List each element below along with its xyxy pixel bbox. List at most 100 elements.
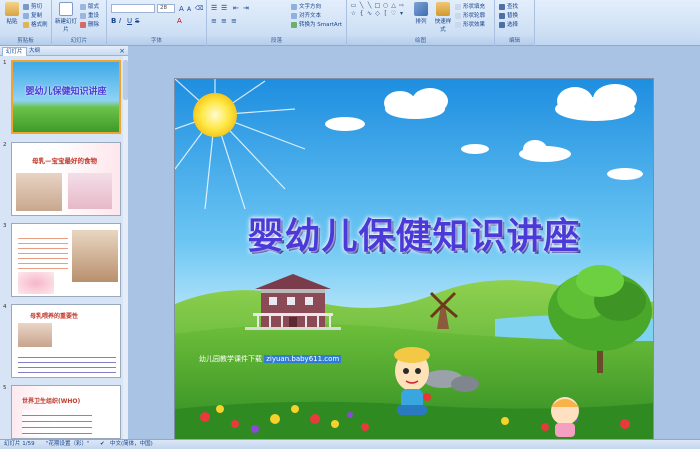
numbering-icon[interactable]: ☰ <box>221 4 227 12</box>
smartart-button[interactable]: 转换为 SmartArt <box>291 21 342 29</box>
textbox-shape-icon[interactable]: ▭ <box>350 2 357 9</box>
brush-icon <box>23 21 29 28</box>
format-painter-button[interactable]: 格式刷 <box>23 21 48 29</box>
slide-thumbnail[interactable]: 婴幼儿保健知识讲座 <box>11 60 121 134</box>
thumbnail-flower <box>18 272 54 294</box>
slide-thumbnail-row[interactable]: 4 母乳喂养的重要性 <box>0 304 124 382</box>
align-text-button[interactable]: 对齐文本 <box>291 12 321 20</box>
bold-icon[interactable]: B <box>111 17 116 25</box>
heart-shape-icon[interactable]: ♡ <box>390 10 397 17</box>
curve-shape-icon[interactable]: ∿ <box>366 10 373 17</box>
paragraph-group: ☰ ☰ ⇤ ⇥ ≡ ≡ ≡ 文字方向 对齐文本 转换为 SmartArt 段落 <box>207 0 347 46</box>
reset-icon <box>80 12 86 19</box>
copy-icon <box>23 12 29 19</box>
replace-icon <box>499 12 505 19</box>
font-group-label: 字体 <box>107 37 206 45</box>
brace-shape-icon[interactable]: { <box>358 10 365 17</box>
align-center-icon[interactable]: ≡ <box>221 17 227 25</box>
align-left-icon[interactable]: ≡ <box>211 17 217 25</box>
thumbnail-photo <box>72 230 118 282</box>
slide-thumbnail-row[interactable]: 1 婴幼儿保健知识讲座 <box>0 60 124 138</box>
slide-thumbnail[interactable]: 世界卫生组织(WHO) <box>11 385 121 439</box>
slide-number: 4 <box>3 304 7 310</box>
italic-icon[interactable]: I <box>119 17 121 25</box>
current-slide[interactable]: 婴幼儿保健知识讲座 幼儿园教学课件下载 ziyuan.baby611.com <box>174 78 654 440</box>
delete-icon <box>80 21 86 28</box>
slide-footer: 幼儿园教学课件下载 ziyuan.baby611.com <box>199 354 342 364</box>
new-slide-button[interactable]: 新建幻灯片 <box>54 2 78 33</box>
slide-number: 3 <box>3 223 7 229</box>
slide-thumbnail-row[interactable]: 3 <box>0 223 124 301</box>
slide-thumbnail[interactable]: 母乳—宝宝最好的食物 <box>11 142 121 216</box>
thumbnail-photo <box>16 173 62 211</box>
strikethrough-icon[interactable]: S <box>135 17 139 25</box>
replace-button[interactable]: 替换 <box>499 12 518 20</box>
quick-styles-icon <box>436 2 450 16</box>
new-slide-icon <box>59 2 73 16</box>
layout-icon <box>80 3 86 10</box>
star-shape-icon[interactable]: ☆ <box>350 10 357 17</box>
slides-group-label: 幻灯片 <box>52 37 106 45</box>
tab-slides[interactable]: 幻灯片 <box>2 47 27 56</box>
paragraph-group-label: 段落 <box>207 37 346 45</box>
align-right-icon[interactable]: ≡ <box>231 17 237 25</box>
find-button[interactable]: 查找 <box>499 3 518 11</box>
paste-button[interactable]: 粘贴 <box>2 2 22 25</box>
tab-outline[interactable]: 大纲 <box>26 47 43 56</box>
shape-effects-button[interactable]: 形状效果 <box>455 21 485 29</box>
decrease-indent-icon[interactable]: ⇤ <box>233 4 239 12</box>
slide-editing-area: 婴幼儿保健知识讲座 幼儿园教学课件下载 ziyuan.baby611.com <box>128 46 700 440</box>
footer-url: ziyuan.baby611.com <box>264 355 342 363</box>
arrow-shape-icon[interactable]: ⇨ <box>398 2 405 9</box>
clear-format-icon[interactable]: ⌫ <box>195 5 203 12</box>
drawing-group-label: 绘图 <box>347 37 494 45</box>
copy-button[interactable]: 复制 <box>23 12 42 20</box>
delete-button[interactable]: 删除 <box>80 21 99 29</box>
slide-title[interactable]: 婴幼儿保健知识讲座 <box>175 207 653 259</box>
slide-number: 2 <box>3 142 7 148</box>
slide-thumbnail-row[interactable]: 2 母乳—宝宝最好的食物 <box>0 142 124 220</box>
increase-indent-icon[interactable]: ⇥ <box>243 4 249 12</box>
text-direction-button[interactable]: 文字方向 <box>291 3 321 11</box>
shape-outline-button[interactable]: 形状轮廓 <box>455 12 485 20</box>
cut-button[interactable]: 剪切 <box>23 3 42 11</box>
oval-shape-icon[interactable]: ○ <box>382 2 389 9</box>
rect-shape-icon[interactable]: □ <box>374 2 381 9</box>
text-direction-icon <box>291 3 297 10</box>
arrange-button[interactable]: 排列 <box>411 2 431 25</box>
callout-shape-icon[interactable]: ◇ <box>374 10 381 17</box>
select-button[interactable]: 选择 <box>499 21 518 29</box>
slide-number: 1 <box>3 60 7 66</box>
reset-button[interactable]: 重设 <box>80 12 99 20</box>
font-size-combo[interactable]: 28 <box>157 4 175 13</box>
bracket-shape-icon[interactable]: [ <box>382 10 389 17</box>
status-spellcheck-icon[interactable]: ✔ <box>100 440 105 449</box>
shrink-font-icon[interactable]: A <box>187 6 191 13</box>
close-icon[interactable]: × <box>119 46 125 56</box>
binoculars-icon <box>499 3 505 10</box>
status-theme: "花期设置（彩）" <box>46 441 90 447</box>
smartart-icon <box>291 21 297 28</box>
status-bar: 幻灯片 1/59 "花期设置（彩）" ✔ 中文(简体，中国) <box>0 439 700 449</box>
line2-shape-icon[interactable]: ╲ <box>366 2 373 9</box>
triangle-shape-icon[interactable]: △ <box>390 2 397 9</box>
clipboard-group: 粘贴 剪切 复制 格式刷 剪贴板 <box>0 0 52 46</box>
slide-thumbnail[interactable] <box>11 223 121 297</box>
underline-icon[interactable]: U <box>127 17 132 25</box>
font-color-icon[interactable]: A <box>177 17 182 25</box>
slide-thumbnail-row[interactable]: 5 世界卫生组织(WHO) <box>0 385 124 439</box>
slide-thumbnail-title: 母乳喂养的重要性 <box>30 313 79 320</box>
slide-thumbnail-title: 世界卫生组织(WHO) <box>22 398 81 405</box>
grow-font-icon[interactable]: A <box>179 5 184 13</box>
clipboard-group-label: 剪贴板 <box>0 37 51 45</box>
shape-fill-button[interactable]: 形状填充 <box>455 3 485 11</box>
more-shapes-icon[interactable]: ▾ <box>398 10 405 17</box>
layout-button[interactable]: 版式 <box>80 3 99 11</box>
bullets-icon[interactable]: ☰ <box>211 4 217 12</box>
quick-styles-button[interactable]: 快速样式 <box>433 2 453 33</box>
fill-bucket-icon <box>455 3 461 10</box>
slide-thumbnail[interactable]: 母乳喂养的重要性 <box>11 304 121 378</box>
font-name-combo[interactable] <box>111 4 155 13</box>
status-language: 中文(简体，中国) <box>110 441 153 447</box>
line-shape-icon[interactable]: ╲ <box>358 2 365 9</box>
